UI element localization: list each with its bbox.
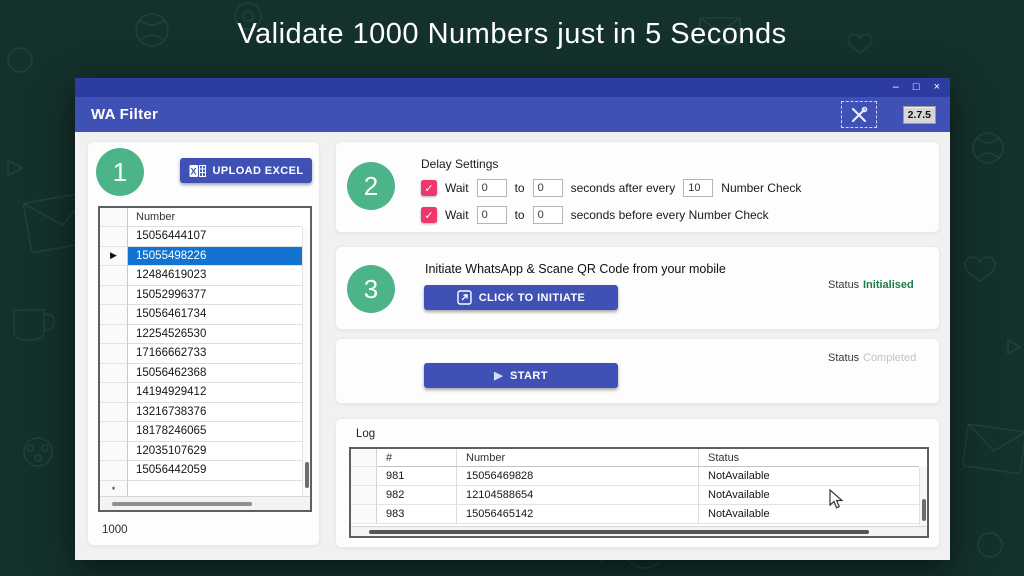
page-title: Validate 1000 Numbers just in 5 Seconds [0, 18, 1024, 51]
minimize-button[interactable]: – [893, 82, 899, 93]
table-row[interactable]: 15056462368 [100, 364, 310, 384]
row-count-label: 1000 [102, 524, 128, 536]
version-badge: 2.7.5 [903, 106, 936, 124]
tools-icon [849, 106, 869, 124]
mouse-cursor [829, 489, 844, 510]
to-label: to [515, 208, 525, 222]
horizontal-scrollbar-thumb[interactable] [112, 502, 252, 507]
click-to-initiate-label: CLICK TO INITIATE [479, 292, 586, 304]
check-icon: ✓ [424, 182, 433, 195]
upload-excel-button[interactable]: X UPLOAD EXCEL [180, 158, 312, 183]
wait-after-to-input[interactable] [533, 179, 563, 197]
app-window: – □ × WA Filter 2.7.5 1 X [75, 78, 950, 560]
start-button[interactable]: ▶ START [424, 363, 618, 388]
table-row[interactable]: 15056461734 [100, 305, 310, 325]
delay-settings-title: Delay Settings [421, 157, 498, 171]
maximize-button[interactable]: □ [913, 82, 920, 93]
step-1-badge: 1 [96, 148, 144, 196]
step-3-badge: 3 [347, 265, 395, 313]
log-row[interactable]: 981 15056469828 NotAvailable [351, 467, 927, 486]
log-horizontal-scrollbar[interactable] [351, 526, 927, 536]
open-external-icon [457, 290, 472, 305]
to-label: to [515, 181, 525, 195]
step-2-badge: 2 [347, 162, 395, 210]
row-header-cell [351, 449, 377, 467]
table-row[interactable]: 15052996377 [100, 286, 310, 306]
numbers-table[interactable]: Number 15056444107 ▶15055498226 12484619… [98, 206, 312, 512]
after-every-label: seconds after every [571, 181, 676, 195]
app-header: WA Filter 2.7.5 [75, 97, 950, 132]
delay-row-after: ✓ Wait to seconds after every Number Che… [421, 179, 801, 197]
row-header-cell [100, 208, 128, 227]
app-title: WA Filter [91, 106, 158, 123]
log-column-num: # [377, 449, 457, 467]
wait-after-checkbox[interactable]: ✓ [421, 180, 437, 196]
number-check-label: Number Check [721, 181, 801, 195]
table-row[interactable]: 18178246065 [100, 422, 310, 442]
vertical-scrollbar[interactable] [302, 227, 310, 496]
log-column-number: Number [457, 449, 699, 467]
settings-tools-button[interactable] [841, 101, 877, 128]
initiate-section-card: 3 Initiate WhatsApp & Scane QR Code from… [335, 246, 940, 330]
table-row-selected[interactable]: ▶15055498226 [100, 247, 310, 267]
wait-before-from-input[interactable] [477, 206, 507, 224]
initiate-instruction: Initiate WhatsApp & Scane QR Code from y… [425, 262, 726, 276]
click-to-initiate-button[interactable]: CLICK TO INITIATE [424, 285, 618, 310]
start-label: START [510, 370, 548, 382]
log-column-status: Status [699, 449, 919, 467]
table-row[interactable]: 17166662733 [100, 344, 310, 364]
every-count-input[interactable] [683, 179, 713, 197]
upload-section-card: 1 X UPLOAD EXCEL Number 15056444107 [87, 141, 320, 546]
selected-row-marker-icon: ▶ [100, 247, 128, 267]
window-titlebar: – □ × [75, 78, 950, 97]
log-horizontal-scrollbar-thumb[interactable] [369, 530, 869, 534]
wait-label: Wait [445, 208, 469, 222]
table-row[interactable]: 14194929412 [100, 383, 310, 403]
excel-icon: X [189, 164, 206, 178]
window-content: 1 X UPLOAD EXCEL Number 15056444107 [75, 132, 950, 560]
numbers-column-header: Number [128, 208, 302, 227]
before-every-label: seconds before every Number Check [571, 208, 769, 222]
log-title: Log [356, 428, 375, 440]
check-icon: ✓ [424, 209, 433, 222]
wait-before-checkbox[interactable]: ✓ [421, 207, 437, 223]
table-row[interactable]: 15056442059 [100, 461, 310, 481]
start-status-value: Completed [863, 352, 916, 364]
numbers-table-header: Number [100, 208, 310, 227]
wait-label: Wait [445, 181, 469, 195]
start-status-label: Status [828, 352, 859, 364]
wait-before-to-input[interactable] [533, 206, 563, 224]
initiate-status-label: Status [828, 279, 859, 291]
table-row[interactable]: 12035107629 [100, 442, 310, 462]
delay-settings-card: 2 Delay Settings ✓ Wait to seconds after… [335, 141, 940, 233]
upload-excel-label: UPLOAD EXCEL [213, 165, 304, 177]
vertical-scrollbar-thumb[interactable] [305, 462, 309, 488]
start-section-card: ▶ START Status Completed [335, 338, 940, 404]
table-row[interactable]: 12254526530 [100, 325, 310, 345]
play-icon: ▶ [494, 369, 503, 382]
table-row[interactable]: 13216738376 [100, 403, 310, 423]
initiate-status-value: Initialised [863, 279, 914, 291]
delay-row-before: ✓ Wait to seconds before every Number Ch… [421, 206, 769, 224]
wait-after-from-input[interactable] [477, 179, 507, 197]
log-vertical-scrollbar[interactable] [919, 467, 927, 526]
log-section-card: Log # Number Status 981 15056469828 NotA… [335, 418, 940, 548]
log-vertical-scrollbar-thumb[interactable] [922, 499, 926, 521]
svg-text:X: X [190, 166, 196, 176]
close-button[interactable]: × [934, 82, 940, 93]
table-row[interactable]: 12484619023 [100, 266, 310, 286]
table-row[interactable]: 15056444107 [100, 227, 310, 247]
log-table-header: # Number Status [351, 449, 927, 467]
horizontal-scrollbar[interactable] [100, 496, 310, 510]
